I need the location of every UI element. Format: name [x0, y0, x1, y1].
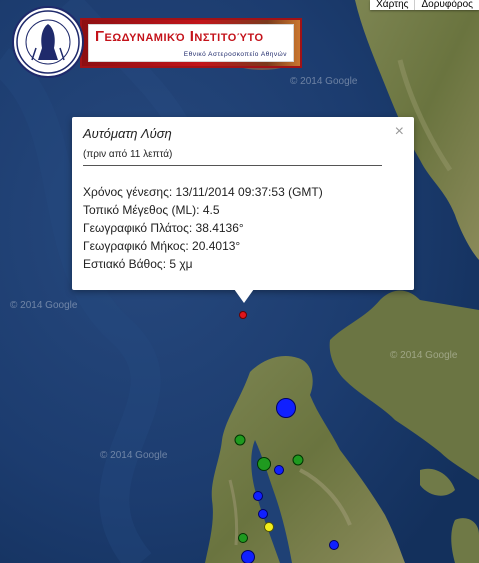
marker-green	[257, 457, 271, 471]
info-window-pointer	[234, 289, 254, 303]
marker-blue	[274, 465, 284, 475]
logo-subtitle: Εθνικό Αστεροσκοπείο Αθηνών	[183, 51, 287, 58]
info-latitude: Γεωγραφικό Πλάτος: 38.4136°	[83, 221, 244, 235]
map-watermark: © 2014 Google	[10, 300, 78, 311]
info-longitude: Γεωγραφικό Μήκος: 20.4013°	[83, 239, 241, 253]
marker-yellow	[264, 522, 274, 532]
map-type-map-button[interactable]: Χάρτης	[370, 0, 414, 10]
map-watermark: © 2014 Google	[390, 350, 458, 361]
info-title: Αυτόματη Λύση	[83, 126, 172, 141]
map-type-control: Χάρτης Δορυφόρος	[370, 0, 479, 10]
divider	[83, 165, 382, 166]
marker-blue	[241, 550, 255, 563]
info-origin-time: Χρόνος γένεσης: 13/11/2014 09:37:53 (GMT…	[83, 185, 323, 199]
observatory-seal-icon	[12, 6, 84, 78]
info-depth: Εστιακό Βάθος: 5 χμ	[83, 257, 193, 271]
marker-green	[292, 454, 304, 466]
map-watermark: © 2014 Google	[100, 450, 168, 461]
close-icon[interactable]: ×	[395, 123, 404, 141]
logo-title: Γεωδυναμικό Ινστιτούτο	[95, 28, 264, 45]
marker-blue	[276, 398, 296, 418]
map-type-satellite-button[interactable]: Δορυφόρος	[414, 0, 479, 10]
marker-red-epicenter	[239, 311, 247, 319]
marker-green	[234, 434, 246, 446]
earthquake-info-window: × Αυτόματη Λύση (πριν από 11 λεπτά) Χρόν…	[72, 117, 414, 303]
marker-blue	[258, 509, 268, 519]
map-watermark: © 2014 Google	[290, 76, 358, 87]
info-magnitude: Τοπικό Μέγεθος (ML): 4.5	[83, 203, 220, 217]
info-time-ago: (πριν από 11 λεπτά)	[83, 149, 173, 160]
marker-green	[238, 533, 248, 543]
institute-logo: Γεωδυναμικό Ινστιτούτο Εθνικό Αστεροσκοπ…	[8, 6, 302, 80]
marker-blue	[329, 540, 339, 550]
logo-banner: Γεωδυναμικό Ινστιτούτο Εθνικό Αστεροσκοπ…	[80, 18, 302, 68]
marker-blue	[253, 491, 263, 501]
